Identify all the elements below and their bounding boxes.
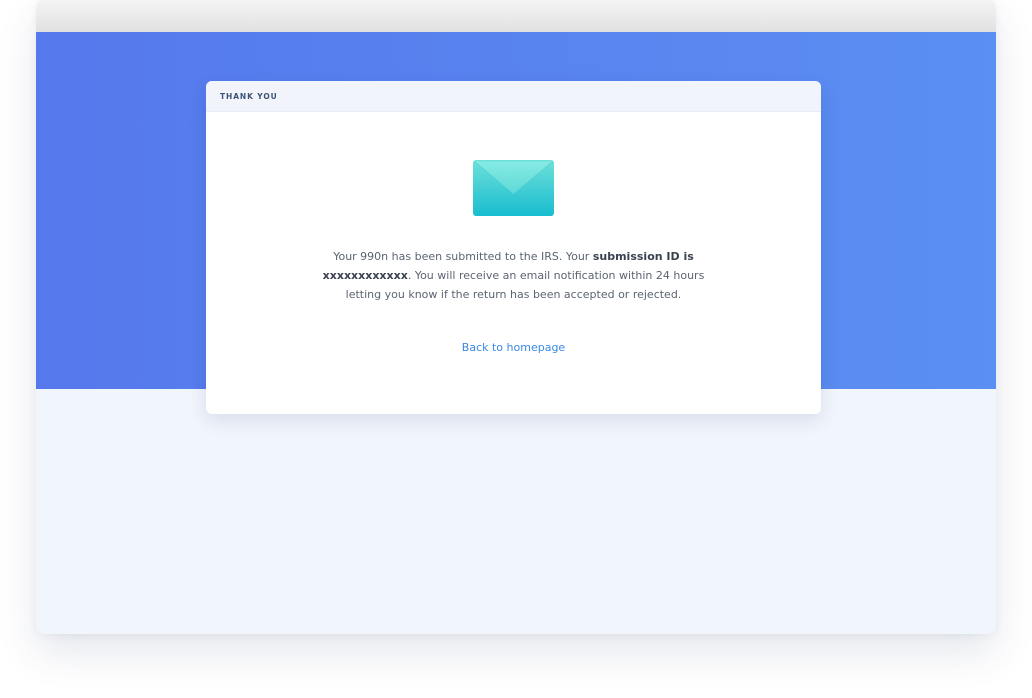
page-background — [36, 389, 996, 634]
card-header-label: THANK YOU — [220, 91, 278, 101]
confirmation-message: Your 990n has been submitted to the IRS.… — [316, 247, 711, 304]
card-header: THANK YOU — [206, 81, 821, 112]
browser-window: THANK YOU Your 990n has been submitted t… — [36, 0, 996, 634]
window-titlebar — [36, 0, 996, 32]
message-text-1: Your 990n has been submitted to the IRS.… — [333, 250, 593, 263]
back-to-homepage-link[interactable]: Back to homepage — [206, 341, 821, 354]
confirmation-card: THANK YOU Your 990n has been submitted t… — [206, 81, 821, 414]
envelope-icon — [473, 160, 554, 216]
